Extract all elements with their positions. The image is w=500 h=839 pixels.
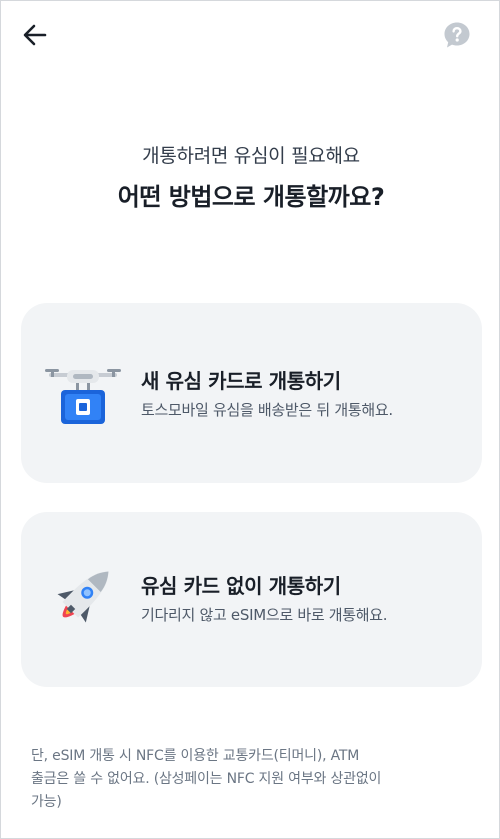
footnote-line: 가능) bbox=[31, 794, 62, 810]
screen: 개통하려면 유심이 필요해요 어떤 방법으로 개통할까요? 새 유심 카드로 개… bbox=[0, 0, 500, 839]
option-new-usim-card[interactable]: 새 유심 카드로 개통하기 토스모바일 유심을 배송받은 뒤 개통해요. bbox=[21, 303, 482, 483]
option-esim[interactable]: 유심 카드 없이 개통하기 기다리지 않고 eSIM으로 바로 개통해요. bbox=[21, 512, 482, 687]
footnote-line: 단, eSIM 개통 시 NFC를 이용한 교통카드(티머니), ATM bbox=[31, 748, 360, 764]
help-button[interactable] bbox=[441, 19, 473, 51]
option-title: 유심 카드 없이 개통하기 bbox=[141, 574, 341, 598]
intro-subtitle: 개통하려면 유심이 필요해요 bbox=[142, 145, 360, 167]
page-title: 어떤 방법으로 개통할까요? bbox=[117, 183, 385, 211]
footnote-line: 출금은 쓸 수 없어요. (삼성페이는 NFC 지원 여부와 상관없이 bbox=[31, 771, 382, 787]
option-description: 기다리지 않고 eSIM으로 바로 개통해요. bbox=[141, 606, 388, 624]
esim-footnote: 단, eSIM 개통 시 NFC를 이용한 교통카드(티머니), ATM 출금은… bbox=[31, 745, 471, 814]
option-description: 토스모바일 유심을 배송받은 뒤 개통해요. bbox=[141, 401, 393, 419]
rocket-icon bbox=[57, 571, 109, 623]
option-title: 새 유심 카드로 개통하기 bbox=[141, 369, 341, 393]
back-button[interactable] bbox=[17, 17, 53, 53]
top-bar bbox=[1, 1, 500, 67]
question-bubble-icon bbox=[444, 22, 470, 48]
arrow-left-icon bbox=[23, 24, 47, 46]
drone-delivery-icon bbox=[45, 369, 121, 424]
